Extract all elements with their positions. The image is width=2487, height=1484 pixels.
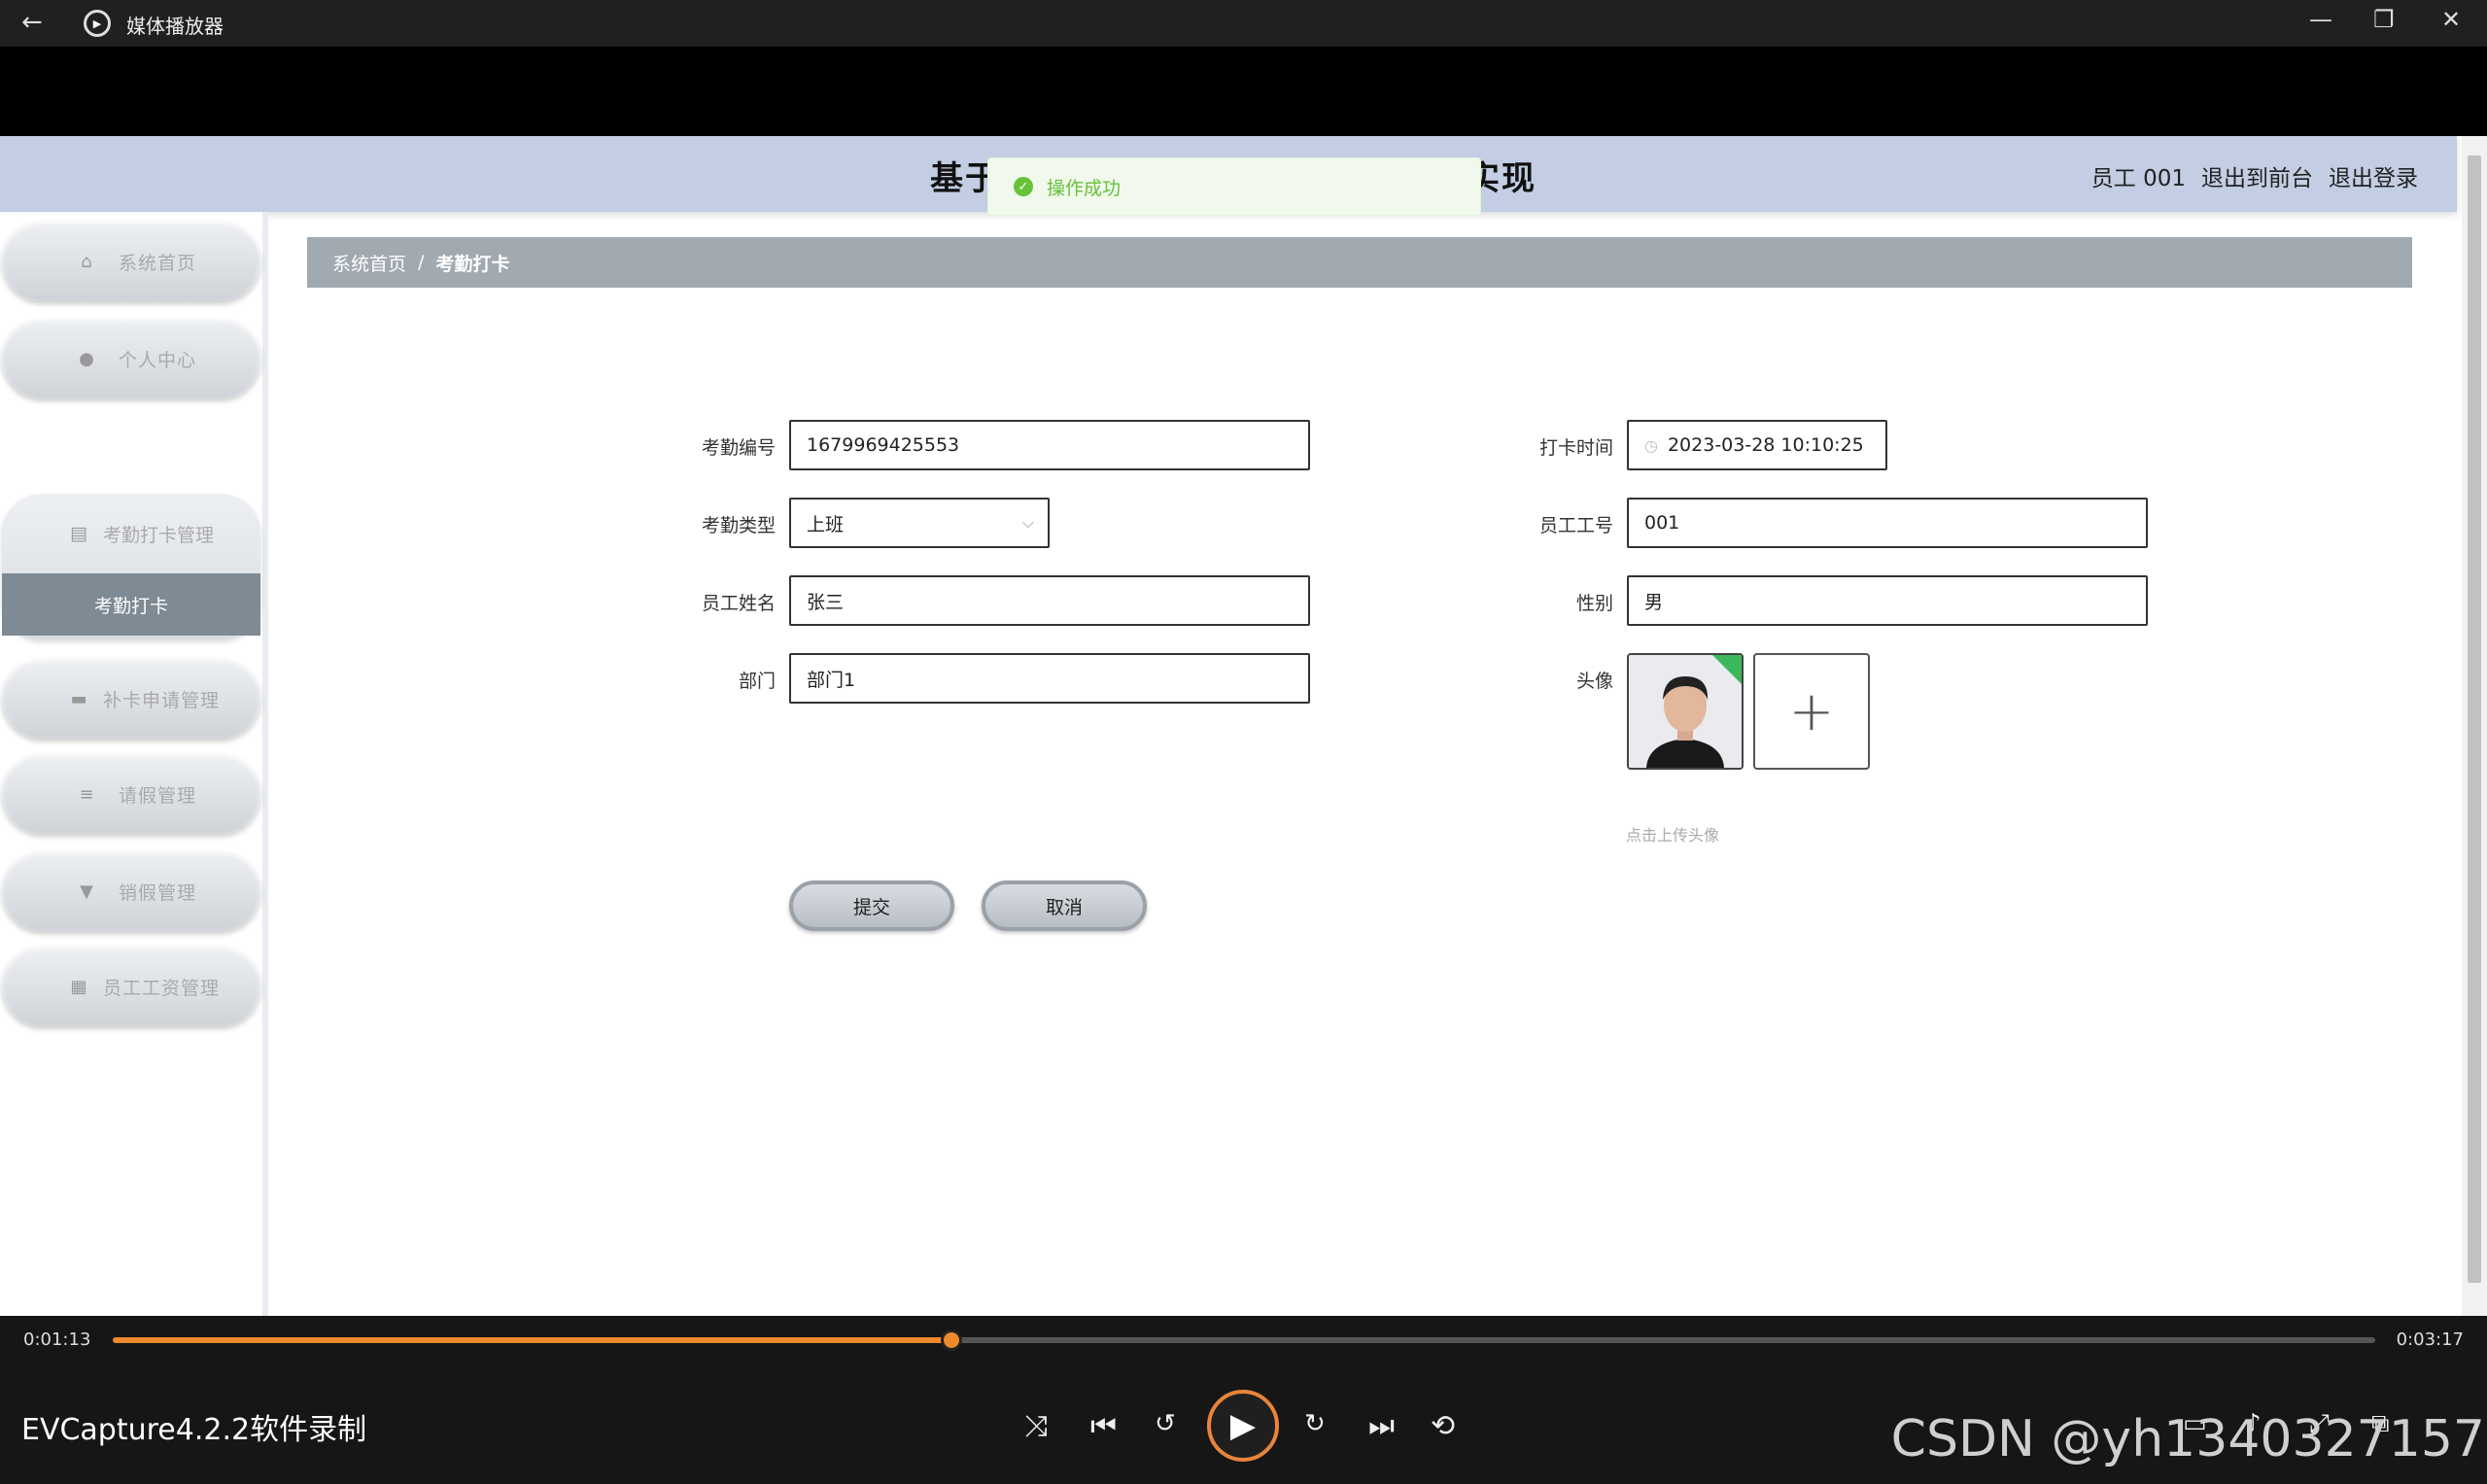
sidebar-item-makeup[interactable]: ▬ 补卡申请管理 [2,659,260,739]
previous-icon[interactable]: ⏮ [1090,1409,1117,1443]
sidebar-item-profile[interactable]: ● 个人中心 [2,319,260,398]
sidebar-subitem-checkin[interactable]: 考勤打卡 [2,573,260,636]
recorder-watermark: EVCapture4.2.2软件录制 [21,1413,367,1447]
shuffle-icon[interactable]: ⤨ [1024,1409,1048,1443]
employee-id-input[interactable]: 001 [1627,498,2148,548]
current-user: 员工 001 [2090,166,2186,191]
clock-icon: ◷ [1644,435,1658,455]
grid-icon: ▦ [70,976,87,997]
seek-bar-progress [113,1337,951,1343]
department-label: 部门 [738,671,776,692]
sidebar-item-leave[interactable]: ≡ 请假管理 [2,754,260,834]
home-icon: ⌂ [81,251,92,272]
checkin-time-value: 2023-03-28 10:10:25 [1667,434,1864,456]
checkin-time-input[interactable]: ◷ 2023-03-28 10:10:25 [1627,420,1887,470]
employee-name-input[interactable]: 张三 [789,575,1310,626]
csdn-watermark: CSDN @yh1340327157 [1890,1410,2485,1468]
sidebar-item-label: 个人中心 [119,349,197,371]
cancel-button[interactable]: 取消 [982,880,1147,931]
checkin-time-label: 打卡时间 [1538,437,1613,459]
clipboard-icon: ▤ [70,523,87,544]
department-input[interactable]: 部门1 [789,653,1310,704]
header-links: 员工 001 退出到前台 退出登录 [2091,159,2418,192]
window-title: 媒体播放器 [126,15,224,38]
page-scrollbar[interactable] [2462,136,2487,1316]
close-icon[interactable]: ✕ [2441,6,2461,33]
monitor-icon: ▬ [70,688,87,709]
restore-icon[interactable]: ❐ [2373,6,2395,33]
list-icon: ≡ [79,783,94,805]
window-titlebar: ← ▶ 媒体播放器 — ❐ ✕ [0,0,2487,47]
seek-thumb[interactable] [940,1329,962,1351]
current-time: 0:01:13 [23,1329,91,1350]
sidebar-item-home[interactable]: ⌂ 系统首页 [2,222,260,301]
back-arrow-icon[interactable]: ← [21,8,43,37]
media-player-app-icon: ▶ [84,10,111,37]
avatar-portrait-icon [1629,655,1742,768]
seek-bar[interactable] [113,1337,2375,1343]
attendance-no-label: 考勤编号 [701,437,776,459]
submit-button[interactable]: 提交 [789,880,954,931]
minimize-icon[interactable]: — [2309,6,2332,33]
attendance-type-value: 上班 [807,513,845,535]
user-icon: ● [79,348,94,369]
attendance-type-select[interactable]: 上班 ⌵ [789,498,1050,548]
sidebar-item-label: 系统首页 [119,252,197,274]
breadcrumb-home[interactable]: 系统首页 [332,250,406,276]
upload-hint: 点击上传头像 [1626,826,1720,845]
play-button[interactable]: ▶ [1207,1390,1279,1462]
sidebar-item-attendance[interactable]: ▤ 考勤打卡管理 [2,494,260,573]
gender-label: 性别 [1575,593,1613,614]
total-time: 0:03:17 [2396,1329,2464,1350]
sidebar: ⌂ 系统首页 ● 个人中心 ▤ 考勤打卡管理 考勤打卡 ▬ 补卡申请管理 ≡ 请… [0,212,268,1316]
success-toast: ✓ 操作成功 [987,157,1481,216]
upload-avatar-button[interactable]: + [1753,653,1870,770]
logout-link[interactable]: 退出登录 [2329,159,2418,192]
gender-input[interactable]: 男 [1627,575,2148,626]
forward-30-icon[interactable]: ↻ [1304,1409,1326,1438]
employee-id-label: 员工工号 [1538,515,1613,536]
toast-message: 操作成功 [1047,177,1122,199]
back-to-front-link[interactable]: 退出到前台 [2201,159,2313,192]
chevron-down-icon: ⌵ [1021,513,1034,532]
attendance-no-input[interactable]: 1679969425553 [789,420,1310,470]
rewind-10-icon[interactable]: ↺ [1155,1409,1176,1438]
media-player-controls: 0:01:13 0:03:17 EVCapture4.2.2软件录制 ⤨ ⏮ ↺… [0,1316,2487,1484]
avatar-image[interactable] [1627,653,1744,770]
breadcrumb-separator: / [418,252,425,273]
sidebar-item-label: 请假管理 [119,784,197,807]
signpost-icon: ▼ [80,880,93,902]
play-icon: ▶ [1229,1406,1257,1445]
repeat-off-icon[interactable]: ⟲ [1431,1409,1455,1443]
next-icon[interactable]: ⏭ [1368,1409,1395,1443]
breadcrumb: 系统首页 / 考勤打卡 [307,237,2412,288]
breadcrumb-current: 考勤打卡 [435,253,510,275]
check-circle-icon: ✓ [1014,177,1033,196]
sidebar-item-label: 考勤打卡管理 [103,524,215,546]
sidebar-group-attendance: ▤ 考勤打卡管理 考勤打卡 [2,494,260,639]
video-frame: 基于 实现 员工 001 退出到前台 退出登录 ✓ 操作成功 ⌂ 系统首页 ● 个… [0,136,2487,1316]
attendance-type-label: 考勤类型 [701,515,776,536]
scrollbar-thumb[interactable] [2468,155,2481,1283]
sidebar-item-label: 销假管理 [119,881,197,904]
avatar-label: 头像 [1575,671,1613,692]
sidebar-item-cancel-leave[interactable]: ▼ 销假管理 [2,851,260,931]
sidebar-item-label: 补卡申请管理 [103,689,221,711]
employee-name-label: 员工姓名 [701,593,776,614]
sidebar-item-label: 员工工资管理 [103,977,221,999]
sidebar-item-salary[interactable]: ▦ 员工工资管理 [2,947,260,1026]
